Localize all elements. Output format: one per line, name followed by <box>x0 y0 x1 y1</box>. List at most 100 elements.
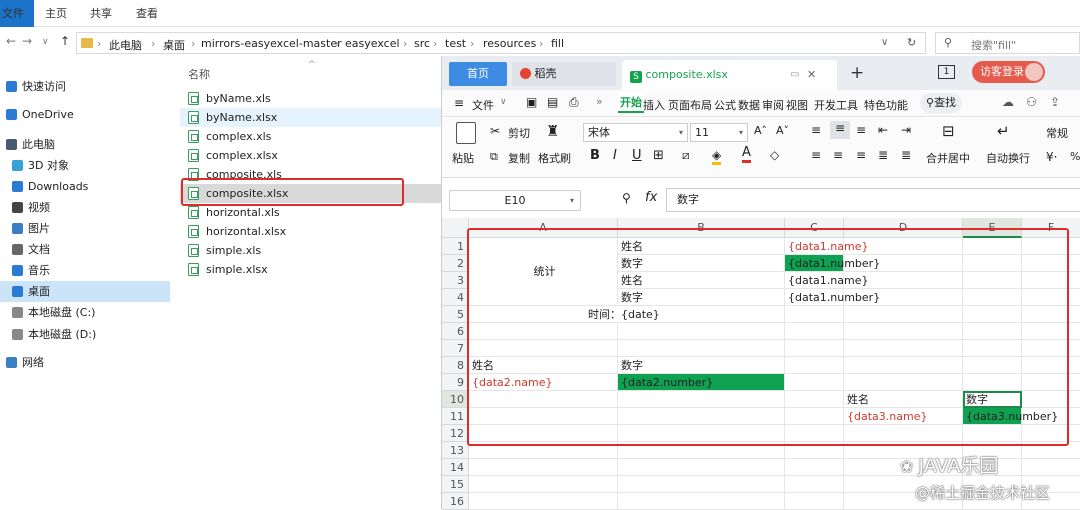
close-tab-icon[interactable]: ✕ <box>807 60 816 90</box>
row-header[interactable]: 10 <box>442 391 469 408</box>
save-icon[interactable]: ▣ <box>526 95 537 109</box>
hamburger-icon[interactable]: ≡ <box>454 96 464 110</box>
wrap-label[interactable]: 自动换行 <box>986 150 1030 166</box>
breadcrumb-item[interactable]: easyexcel <box>345 37 400 50</box>
new-tab-icon[interactable]: + <box>850 63 864 83</box>
zoom-formula-icon[interactable]: ⚲ <box>622 191 631 205</box>
grid-cell[interactable] <box>785 459 844 476</box>
select-all-corner[interactable] <box>442 218 469 238</box>
row-header[interactable]: 12 <box>442 425 469 442</box>
underline-icon[interactable]: U <box>632 148 642 163</box>
font-grow-icon[interactable]: A˄ <box>754 124 767 137</box>
recent-dropdown-icon[interactable]: ∨ <box>42 37 49 47</box>
nav-item[interactable]: 本地磁盘 (C:) <box>0 302 170 323</box>
nav-item[interactable]: 此电脑 <box>0 134 170 155</box>
window-count-icon[interactable]: 1 <box>938 65 955 79</box>
nav-item[interactable]: 快速访问 <box>0 76 170 97</box>
breadcrumb-item[interactable]: test <box>445 37 466 50</box>
nav-item[interactable]: OneDrive <box>0 104 170 125</box>
row-header[interactable]: 8 <box>442 357 469 374</box>
cloud-sync-icon[interactable]: ☁ <box>1002 95 1014 109</box>
share-icon[interactable]: ⇪ <box>1050 95 1060 109</box>
tab-docer[interactable]: 稻壳 <box>512 62 616 86</box>
cell-style-icon[interactable]: ⧄ <box>682 148 690 163</box>
border-icon[interactable]: ⊞ <box>653 148 664 163</box>
formula-input[interactable]: 数字 <box>666 188 1080 212</box>
align-center-icon[interactable]: ≡ <box>833 148 843 162</box>
font-size-select[interactable]: 11 ▾ <box>690 123 748 142</box>
nav-item[interactable]: 音乐 <box>0 260 170 281</box>
address-box[interactable]: › 此电脑 › 桌面 › mirrors-easyexcel-master › … <box>76 32 926 54</box>
indent-decrease-icon[interactable]: ⇤ <box>878 123 888 137</box>
tab-home[interactable]: 主页 <box>45 0 67 27</box>
copy-icon[interactable]: ⧉ <box>490 150 498 164</box>
grid-cell[interactable] <box>1022 459 1080 476</box>
row-header[interactable]: 7 <box>442 340 469 357</box>
print-preview-icon[interactable]: ▤ <box>547 95 558 109</box>
merge-icon[interactable]: ⊟ <box>942 122 955 140</box>
row-header[interactable]: 13 <box>442 442 469 459</box>
align-bottom-icon[interactable]: ≡ <box>856 123 866 137</box>
more-icon[interactable]: » <box>596 95 603 108</box>
justify-icon[interactable]: ≣ <box>878 148 888 162</box>
row-header[interactable]: 1 <box>442 238 469 255</box>
align-middle-icon[interactable]: ≡ <box>830 121 850 139</box>
row-header[interactable]: 9 <box>442 374 469 391</box>
paste-icon[interactable] <box>456 122 476 144</box>
row-header[interactable]: 16 <box>442 493 469 510</box>
menu-formula[interactable]: 公式 <box>714 97 736 113</box>
indent-increase-icon[interactable]: ⇥ <box>901 123 911 137</box>
row-header[interactable]: 14 <box>442 459 469 476</box>
nav-item[interactable]: 图片 <box>0 218 170 239</box>
grid-cell[interactable] <box>618 476 785 493</box>
menu-dev-tools[interactable]: 开发工具 <box>814 97 858 113</box>
fx-icon[interactable]: fx <box>645 190 657 205</box>
align-top-icon[interactable]: ≡ <box>811 123 821 137</box>
cut-label[interactable]: 剪切 <box>508 125 530 141</box>
forward-icon[interactable]: → <box>22 34 32 48</box>
tab-file[interactable]: 文件 <box>0 0 34 27</box>
menu-review[interactable]: 审阅 <box>762 97 784 113</box>
row-header[interactable]: 5 <box>442 306 469 323</box>
nav-item[interactable]: 文档 <box>0 239 170 260</box>
grid-cell[interactable] <box>469 476 618 493</box>
row-header[interactable]: 4 <box>442 289 469 306</box>
breadcrumb-item[interactable]: 桌面 <box>163 37 185 53</box>
menu-layout[interactable]: 页面布局 <box>668 97 712 113</box>
font-shrink-icon[interactable]: A˅ <box>776 124 789 137</box>
nav-item[interactable]: Downloads <box>0 176 170 197</box>
nav-item[interactable]: 本地磁盘 (D:) <box>0 324 170 345</box>
font-color-icon[interactable]: A <box>742 146 751 163</box>
search-input[interactable]: ⚲ 搜索"fill" <box>935 32 1080 54</box>
scissors-icon[interactable]: ✂ <box>490 124 500 138</box>
menu-file[interactable]: 文件 <box>472 97 494 113</box>
breadcrumb-item[interactable]: src <box>414 37 430 50</box>
grid-cell[interactable] <box>785 476 844 493</box>
align-left-icon[interactable]: ≡ <box>811 148 821 162</box>
fill-color-icon[interactable]: ◈ <box>712 148 722 165</box>
tab-share[interactable]: 共享 <box>90 0 112 27</box>
grid-cell[interactable] <box>469 493 618 510</box>
paste-label[interactable]: 粘贴 <box>452 150 474 166</box>
nav-item[interactable]: 桌面 <box>0 281 170 302</box>
row-header[interactable]: 15 <box>442 476 469 493</box>
menu-start[interactable]: 开始 <box>618 92 644 113</box>
format-painter-label[interactable]: 格式刷 <box>538 150 571 166</box>
address-dropdown-icon[interactable]: ∨ <box>881 37 888 48</box>
row-header[interactable]: 6 <box>442 323 469 340</box>
tab-view[interactable]: 查看 <box>136 0 158 27</box>
nav-item[interactable]: 视频 <box>0 197 170 218</box>
collaborate-icon[interactable]: ⚇ <box>1026 95 1037 109</box>
breadcrumb-item[interactable]: fill <box>551 37 564 50</box>
copy-label[interactable]: 复制 <box>508 150 530 166</box>
format-painter-icon[interactable]: ♜ <box>546 122 559 140</box>
breadcrumb-item[interactable]: mirrors-easyexcel-master <box>201 37 342 50</box>
menu-insert[interactable]: 插入 <box>643 97 665 113</box>
clear-format-icon[interactable]: ◇ <box>770 148 779 162</box>
menu-view[interactable]: 视图 <box>786 97 808 113</box>
grid-cell[interactable] <box>469 459 618 476</box>
refresh-icon[interactable]: ↻ <box>907 36 916 49</box>
breadcrumb-item[interactable]: resources <box>483 37 536 50</box>
up-icon[interactable]: ↑ <box>60 34 70 48</box>
pin-icon[interactable]: ▭ <box>790 60 799 90</box>
